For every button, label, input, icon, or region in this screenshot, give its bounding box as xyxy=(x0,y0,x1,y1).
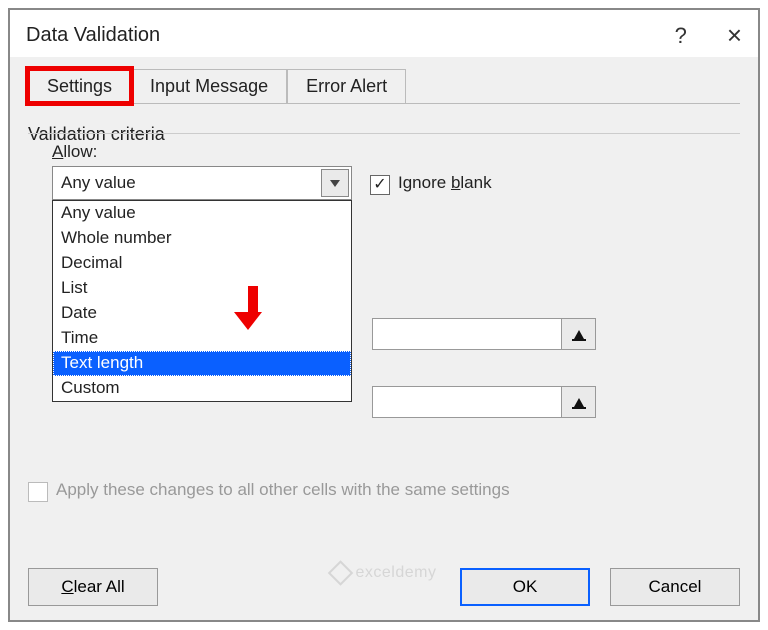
ignore-blank-checkbox[interactable]: Ignore blank xyxy=(370,173,492,193)
tab-input-message[interactable]: Input Message xyxy=(131,69,287,103)
allow-option[interactable]: Whole number xyxy=(53,226,351,251)
data-validation-dialog: Data Validation ? × Settings Input Messa… xyxy=(8,8,760,622)
cancel-button[interactable]: Cancel xyxy=(610,568,740,606)
apply-label: Apply these changes to all other cells w… xyxy=(56,480,510,500)
allow-option[interactable]: Custom xyxy=(53,376,351,401)
allow-value: Any value xyxy=(53,173,319,193)
tab-content: Validation criteria Allow: Any value Any… xyxy=(28,103,740,556)
titlebar: Data Validation ? × xyxy=(10,10,758,57)
chevron-down-icon[interactable] xyxy=(321,169,349,197)
allow-option[interactable]: Decimal xyxy=(53,251,351,276)
refedit-icon[interactable] xyxy=(562,318,596,350)
allow-combobox[interactable]: Any value Any value Whole number Decimal… xyxy=(52,166,352,200)
maximum-input[interactable] xyxy=(372,386,562,418)
ok-button[interactable]: OK xyxy=(460,568,590,606)
checkbox-icon xyxy=(370,175,390,195)
apply-to-others-checkbox: Apply these changes to all other cells w… xyxy=(28,480,740,500)
tab-error-alert[interactable]: Error Alert xyxy=(287,69,406,103)
tabstrip: Settings Input Message Error Alert xyxy=(28,69,740,103)
dialog-title: Data Validation xyxy=(26,24,160,47)
allow-option[interactable]: Time xyxy=(53,326,351,351)
checkbox-icon xyxy=(28,482,48,502)
refedit-icon[interactable] xyxy=(562,386,596,418)
allow-option[interactable]: Date xyxy=(53,301,351,326)
allow-option[interactable]: List xyxy=(53,276,351,301)
clear-all-button[interactable]: Clear All xyxy=(28,568,158,606)
close-icon[interactable]: × xyxy=(727,20,742,51)
dialog-buttons: Clear All OK Cancel xyxy=(28,556,740,606)
help-icon[interactable]: ? xyxy=(675,23,687,49)
minimum-input[interactable] xyxy=(372,318,562,350)
tab-settings[interactable]: Settings xyxy=(28,69,131,103)
allow-dropdown[interactable]: Any value Whole number Decimal List Date… xyxy=(52,200,352,402)
allow-option[interactable]: Any value xyxy=(53,201,351,226)
allow-label: Allow: xyxy=(52,142,740,162)
allow-option[interactable]: Text length xyxy=(53,351,351,376)
